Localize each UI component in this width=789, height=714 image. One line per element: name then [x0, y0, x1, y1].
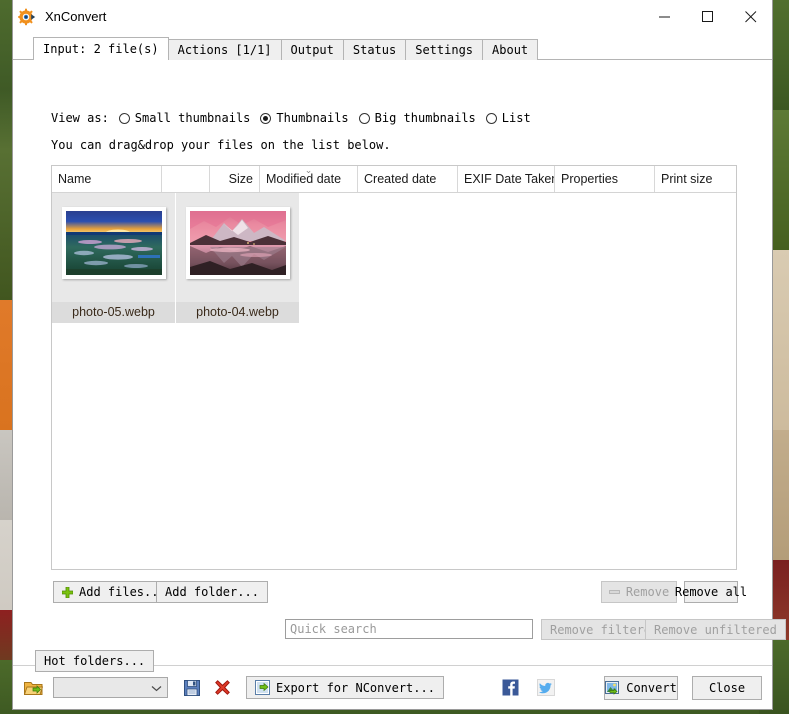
remove-unfiltered-label: Remove unfiltered [654, 622, 777, 637]
facebook-icon[interactable] [500, 678, 520, 698]
quick-search-input[interactable]: Quick search [285, 619, 533, 639]
column-header-modified-date[interactable]: ⌄ Modified date [260, 166, 358, 192]
red-x-delete-icon[interactable] [212, 678, 232, 698]
export-for-nconvert-button[interactable]: Export for NConvert... [246, 676, 444, 699]
floppy-save-icon[interactable] [182, 678, 202, 698]
thumbnail-frame [61, 207, 166, 279]
radio-label: Big thumbnails [374, 111, 476, 125]
close-button[interactable] [729, 1, 772, 33]
remove-filtered-label: Remove filtered [550, 622, 659, 637]
twitter-icon[interactable] [536, 678, 556, 698]
radio-big-thumbnails[interactable]: Big thumbnails [358, 111, 476, 125]
column-header-exif-date-taken[interactable]: EXIF Date Taken [458, 166, 555, 192]
export-for-nconvert-label: Export for NConvert... [276, 680, 435, 695]
xnconvert-gear-icon [18, 8, 36, 26]
add-folder-button[interactable]: Add folder... [156, 581, 268, 603]
tab-settings[interactable]: Settings [405, 39, 484, 60]
column-header-properties[interactable]: Properties [555, 166, 655, 192]
list-item[interactable]: photo-05.webp [52, 193, 176, 323]
list-item-filename: photo-04.webp [176, 302, 299, 323]
quick-search-placeholder: Quick search [290, 622, 377, 636]
list-item[interactable]: photo-04.webp [176, 193, 300, 323]
xnconvert-window: XnConvert Input: 2 file(s) Actions [1/1]… [12, 0, 786, 710]
sort-indicator-icon: ⌄ [304, 166, 313, 175]
chevron-down-icon [151, 681, 162, 695]
title-bar: XnConvert [13, 0, 772, 33]
tab-actions[interactable]: Actions [1/1] [167, 39, 282, 60]
convert-label: Convert [626, 680, 677, 695]
hot-folders-label: Hot folders... [44, 654, 146, 668]
radio-icon-selected [260, 112, 272, 124]
tab-status[interactable]: Status [342, 39, 407, 60]
radio-label: List [501, 111, 531, 125]
thumbnail-image-sunset-wetland [65, 211, 162, 275]
view-as-row: View as: Small thumbnails Thumbnails Big… [51, 111, 531, 125]
radio-icon [485, 112, 497, 124]
add-files-label: Add files... [79, 585, 166, 599]
column-header-size[interactable]: Size [210, 166, 260, 192]
remove-label: Remove [625, 585, 670, 599]
minimize-button[interactable] [643, 1, 686, 33]
hot-folders-button[interactable]: Hot folders... [35, 650, 155, 672]
tab-input[interactable]: Input: 2 file(s) [33, 37, 169, 60]
radio-icon [358, 112, 370, 124]
radio-small-thumbnails[interactable]: Small thumbnails [118, 111, 251, 125]
radio-list[interactable]: List [485, 111, 531, 125]
list-item-filename: photo-05.webp [52, 302, 175, 323]
thumbnail-frame [185, 207, 290, 279]
radio-thumbnails[interactable]: Thumbnails [260, 111, 349, 125]
convert-icon [605, 680, 620, 695]
remove-all-button[interactable]: Remove all [675, 581, 747, 603]
radio-label: Small thumbnails [134, 111, 251, 125]
radio-icon [118, 112, 130, 124]
tab-bar: Input: 2 file(s) Actions [1/1] Output St… [33, 36, 772, 60]
close-dialog-button[interactable]: Close [692, 675, 762, 700]
convert-button[interactable]: Convert [604, 675, 678, 700]
window-title: XnConvert [45, 9, 107, 24]
thumbnail-image-pink-mountain-reflection [189, 211, 286, 275]
maximize-button[interactable] [686, 1, 729, 33]
minus-icon [608, 588, 620, 596]
tab-about[interactable]: About [482, 39, 539, 60]
preset-combobox[interactable] [53, 677, 168, 698]
remove-button[interactable]: Remove [601, 581, 677, 603]
drag-drop-hint: You can drag&drop your files on the list… [51, 138, 391, 152]
remove-unfiltered-button[interactable]: Remove unfiltered [645, 619, 786, 640]
view-as-label: View as: [51, 111, 109, 125]
column-header-blank[interactable] [162, 166, 210, 192]
add-folder-label: Add folder... [165, 585, 259, 599]
column-header-created-date[interactable]: Created date [358, 166, 458, 192]
remove-all-label: Remove all [674, 585, 748, 599]
export-icon [255, 680, 270, 695]
input-tab-panel: View as: Small thumbnails Thumbnails Big… [13, 59, 786, 672]
thumbnail-grid: photo-05.webp photo-04.webp [52, 193, 736, 323]
close-label: Close [708, 680, 746, 695]
tab-output[interactable]: Output [280, 39, 344, 60]
column-header-name[interactable]: Name [52, 166, 162, 192]
radio-label: Thumbnails [276, 111, 349, 125]
green-plus-icon [62, 586, 73, 598]
open-folder-icon[interactable] [23, 678, 43, 698]
column-header-print-size[interactable]: Print size [655, 166, 735, 192]
file-list-panel[interactable]: Name Size ⌄ Modified date Created date E… [51, 165, 737, 570]
file-list-header: Name Size ⌄ Modified date Created date E… [52, 166, 736, 193]
